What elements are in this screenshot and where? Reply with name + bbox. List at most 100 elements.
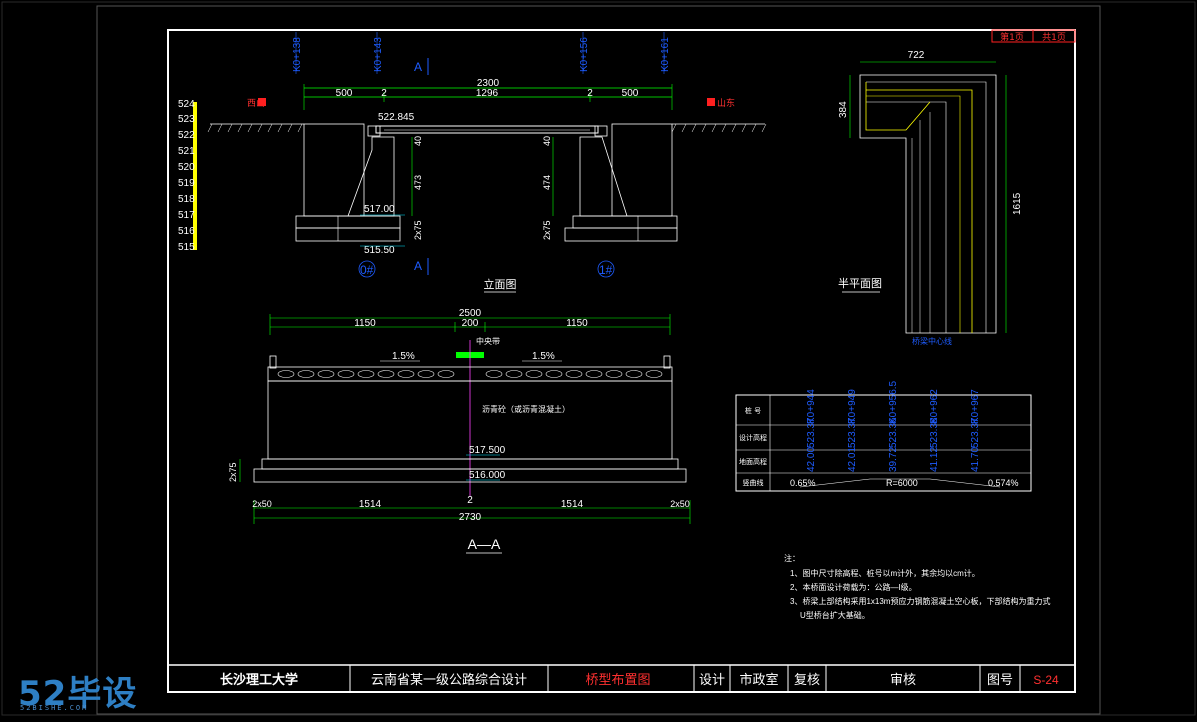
sheet-total-label: 共1页 [1042,32,1066,43]
elev-tick-516: 516 [178,226,195,237]
note-1: 1、图中尺寸除高程、桩号以m计外，其余均以cm计。 [790,568,980,578]
watermark-url: 52BISHE.COM [20,704,89,712]
tb-number: S-24 [1033,673,1059,687]
dim-seg-3: 1296 [476,88,499,99]
profile-table: 桩 号 设计高程 地面高程 竖曲线 K0+944 K0+949 K0+956.5… [735,380,1032,492]
dim-seg-5: 500 [622,88,639,99]
section-found: 2x75 [228,462,238,482]
station-k0-138: K0+138 [292,37,303,72]
row-label-curve: 竖曲线 [743,478,764,487]
notes: 注： 1、图中尺寸除高程、桩号以m计外，其余均以cm计。 2、本桥面设计荷载为：… [784,553,1050,620]
section-left: 1150 [354,318,376,329]
curve-left: 0.65% [790,478,816,488]
tb-school: 长沙理工大学 [220,672,298,687]
note-3: 3、桥梁上部结构采用1x13m预应力钢筋混凝土空心板，下部结构为重力式 [790,596,1050,606]
section-mark-top: A [414,60,422,74]
deck-elevation: 522.845 [378,112,415,123]
plan-title: 半平面图 [838,276,882,290]
plan-centerline: 桥梁中心线 [912,336,952,346]
section-mark-bottom: A [414,259,422,273]
elevation-view: 2300 500 2 1296 2 500 西山 山东 522.845 40 4… [207,78,767,293]
plan-left-dim: 384 [838,101,849,118]
ground-val-1: 42.00 [806,447,817,472]
elev-tick-524: 524 [178,99,195,110]
found-right: 2x75 [542,220,552,240]
drawing-sheet: 第1页 共1页 K0+138 K0+143 K0+156 K0+161 A A … [1,1,1196,716]
cross-section: 2500 1150 200 1150 中央带 1.5% 1.5% 沥青砼（或沥青… [228,308,691,554]
curve-right: 0.574% [988,478,1019,488]
pier-height-left: 473 [413,175,423,190]
bottom-total: 2730 [459,512,482,523]
station-labels: K0+138 K0+143 K0+156 K0+161 [292,32,671,74]
bottom-seg-1: 2x50 [252,499,272,509]
dim-seg-2: 2 [381,88,387,99]
notes-heading: 注： [784,553,800,563]
elev-tick-520: 520 [178,162,195,173]
elev-tick-518: 518 [178,194,195,205]
median-label: 中央带 [476,336,500,346]
bottom-seg-2: 1514 [359,499,382,510]
cap-left: 40 [413,136,423,146]
cap-right: 40 [542,136,552,146]
plan-view: 722 384 1615 桥梁中心线 半平面图 [838,50,1023,346]
ground-val-2: 42.01 [847,447,858,472]
design-val-1: 523.37 [806,417,817,448]
watermark: 52毕设 52BISHE.COM [10,666,160,714]
paper-boundary [96,5,1101,715]
cad-viewport[interactable]: 第1页 共1页 K0+138 K0+143 K0+156 K0+161 A A … [0,0,1197,717]
found-bottom-elev: 515.50 [364,245,395,256]
bottom-seg-4: 1514 [561,499,584,510]
pavement-note: 沥青砼（或沥青混凝土） [482,404,570,414]
title-block: 长沙理工大学 云南省某一级公路综合设计 桥型布置图 设计 市政室 复核 审核 图… [168,664,1075,692]
station-k0-161: K0+161 [660,37,671,72]
direction-right: 山东 [717,97,735,109]
abutment-label-left: 0# [360,263,374,277]
row-label-design: 设计高程 [739,433,767,442]
abutment-label-right: 1# [599,263,613,277]
found-left: 2x75 [413,220,423,240]
curve-mid: R=6000 [886,478,918,488]
elev-tick-521: 521 [178,146,195,157]
ground-val-3: 39.72 [888,447,899,472]
section-right: 1150 [566,318,588,329]
design-val-5: 523.37 [970,417,981,448]
design-val-2: 523.37 [847,417,858,448]
ground-val-4: 41.12 [929,447,940,472]
elev-tick-522: 522 [178,130,195,141]
bottom-seg-5: 2x50 [670,499,690,509]
bottom-seg-3: 2 [467,495,473,506]
design-val-3: 523.36 [888,417,899,448]
dim-seg-4: 2 [587,88,593,99]
design-val-4: 523.38 [929,417,940,448]
note-4: U型桥台扩大基础。 [800,610,870,620]
plan-length: 1615 [1012,192,1023,215]
elev-tick-515: 515 [178,242,195,253]
found-top-elev: 517.00 [364,204,395,215]
tb-number-label: 图号 [987,672,1013,687]
tb-design: 设计 [699,672,725,687]
section-mid: 200 [462,318,479,329]
elevation-scale: 524 523 522 521 520 519 518 517 516 515 [178,99,197,253]
dim-seg-1: 500 [336,88,353,99]
note-2: 2、本桥面设计荷载为：公路—I级。 [790,582,917,592]
row-label-ground: 地面高程 [739,457,767,466]
station-k0-143: K0+143 [373,37,384,72]
ground-val-5: 41.70 [970,447,981,472]
tb-project: 云南省某一级公路综合设计 [371,672,527,687]
section-title: A—A [468,536,501,552]
elev-tick-517: 517 [178,210,195,221]
row-label-station: 桩 号 [745,406,761,415]
slope-right: 1.5% [532,351,555,362]
pier-height-right: 474 [542,175,552,190]
section-elev-top: 517.500 [469,445,506,456]
tb-review: 审核 [890,672,916,687]
sheet-marker: 第1页 共1页 [991,29,1076,43]
slope-left: 1.5% [392,351,415,362]
tb-check: 复核 [794,672,820,687]
tb-designer: 市政室 [739,672,778,687]
station-k0-156: K0+156 [579,37,590,72]
elevation-title: 立面图 [484,277,517,291]
plan-width: 722 [908,50,925,61]
elev-tick-519: 519 [178,178,195,189]
tb-drawing-name: 桥型布置图 [585,672,650,687]
